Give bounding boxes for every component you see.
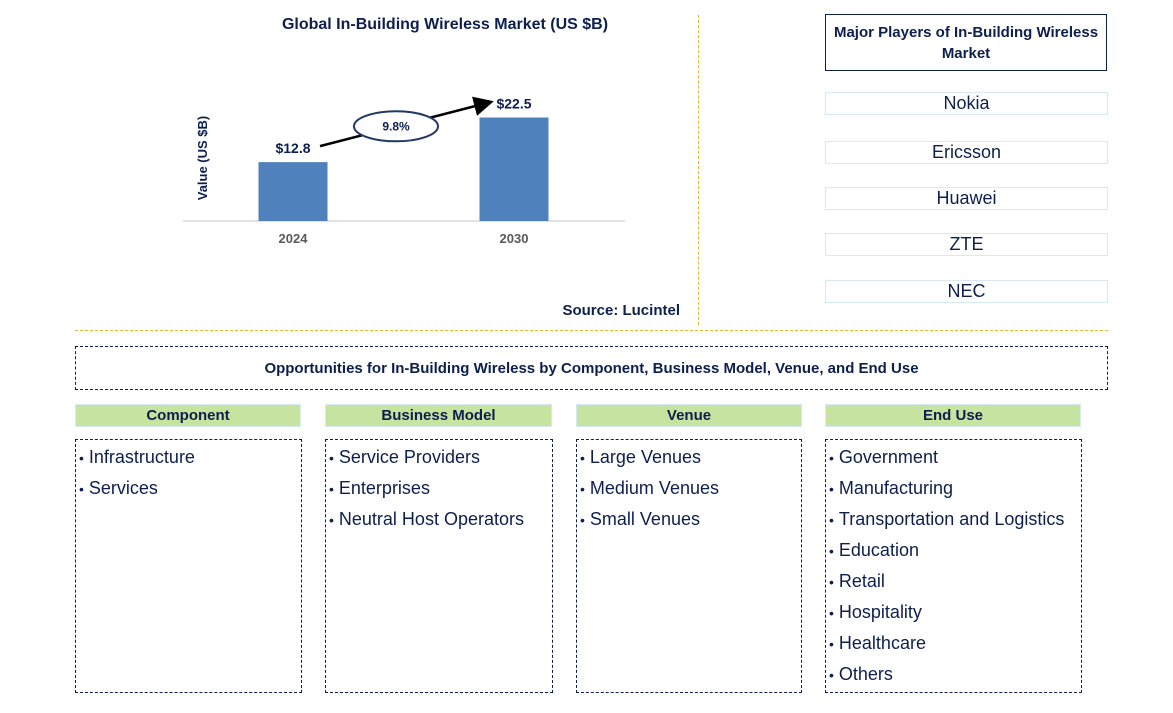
category-list-item: Neutral Host Operators bbox=[329, 504, 552, 535]
players-title: Major Players of In-Building Wireless Ma… bbox=[825, 14, 1107, 71]
data-label: $12.8 bbox=[275, 140, 310, 156]
data-label: $22.5 bbox=[496, 96, 531, 112]
bar-chart: Value (US $B) $12.8 2024 $22.5 2030 9.8% bbox=[183, 96, 625, 246]
category-list-item: Services bbox=[79, 473, 301, 504]
category-list-item: Service Providers bbox=[329, 442, 552, 473]
category-list-item: Healthcare bbox=[829, 628, 1081, 659]
x-tick-label: 2030 bbox=[500, 231, 529, 246]
category-list-item: Large Venues bbox=[580, 442, 801, 473]
vertical-separator bbox=[698, 15, 699, 325]
category-list-item: Education bbox=[829, 535, 1081, 566]
player-item: Nokia bbox=[825, 92, 1108, 115]
category-list-end-use: GovernmentManufacturingTransportation an… bbox=[825, 439, 1082, 693]
category-list-item: Others bbox=[829, 659, 1081, 690]
category-list-item: Medium Venues bbox=[580, 473, 801, 504]
cagr-label: 9.8% bbox=[382, 119, 410, 133]
player-item: Huawei bbox=[825, 187, 1108, 210]
category-list-item: Government bbox=[829, 442, 1081, 473]
source-label: Source: Lucintel bbox=[562, 302, 680, 319]
category-header-component: Component bbox=[75, 404, 301, 427]
player-item: NEC bbox=[825, 280, 1108, 303]
category-header-business-model: Business Model bbox=[325, 404, 552, 427]
bar-2024 bbox=[258, 162, 328, 221]
category-list-item: Small Venues bbox=[580, 504, 801, 535]
category-list-item: Manufacturing bbox=[829, 473, 1081, 504]
player-item: ZTE bbox=[825, 233, 1108, 256]
category-list-item: Retail bbox=[829, 566, 1081, 597]
category-list-component: InfrastructureServices bbox=[75, 439, 302, 693]
horizontal-separator bbox=[75, 330, 1108, 331]
category-list-item: Enterprises bbox=[329, 473, 552, 504]
category-list-item: Transportation and Logistics bbox=[829, 504, 1081, 535]
category-list-item: Hospitality bbox=[829, 597, 1081, 628]
category-list-venue: Large VenuesMedium VenuesSmall Venues bbox=[576, 439, 802, 693]
chart-title: Global In-Building Wireless Market (US $… bbox=[281, 16, 609, 33]
category-list-business-model: Service ProvidersEnterprisesNeutral Host… bbox=[325, 439, 553, 693]
opportunities-title: Opportunities for In-Building Wireless b… bbox=[75, 346, 1108, 390]
category-list-item: Infrastructure bbox=[79, 442, 301, 473]
category-header-end-use: End Use bbox=[825, 404, 1081, 427]
x-tick-label: 2024 bbox=[279, 231, 309, 246]
category-header-venue: Venue bbox=[576, 404, 802, 427]
y-axis-label: Value (US $B) bbox=[195, 116, 210, 201]
player-item: Ericsson bbox=[825, 141, 1108, 164]
bar-2030 bbox=[479, 117, 549, 221]
